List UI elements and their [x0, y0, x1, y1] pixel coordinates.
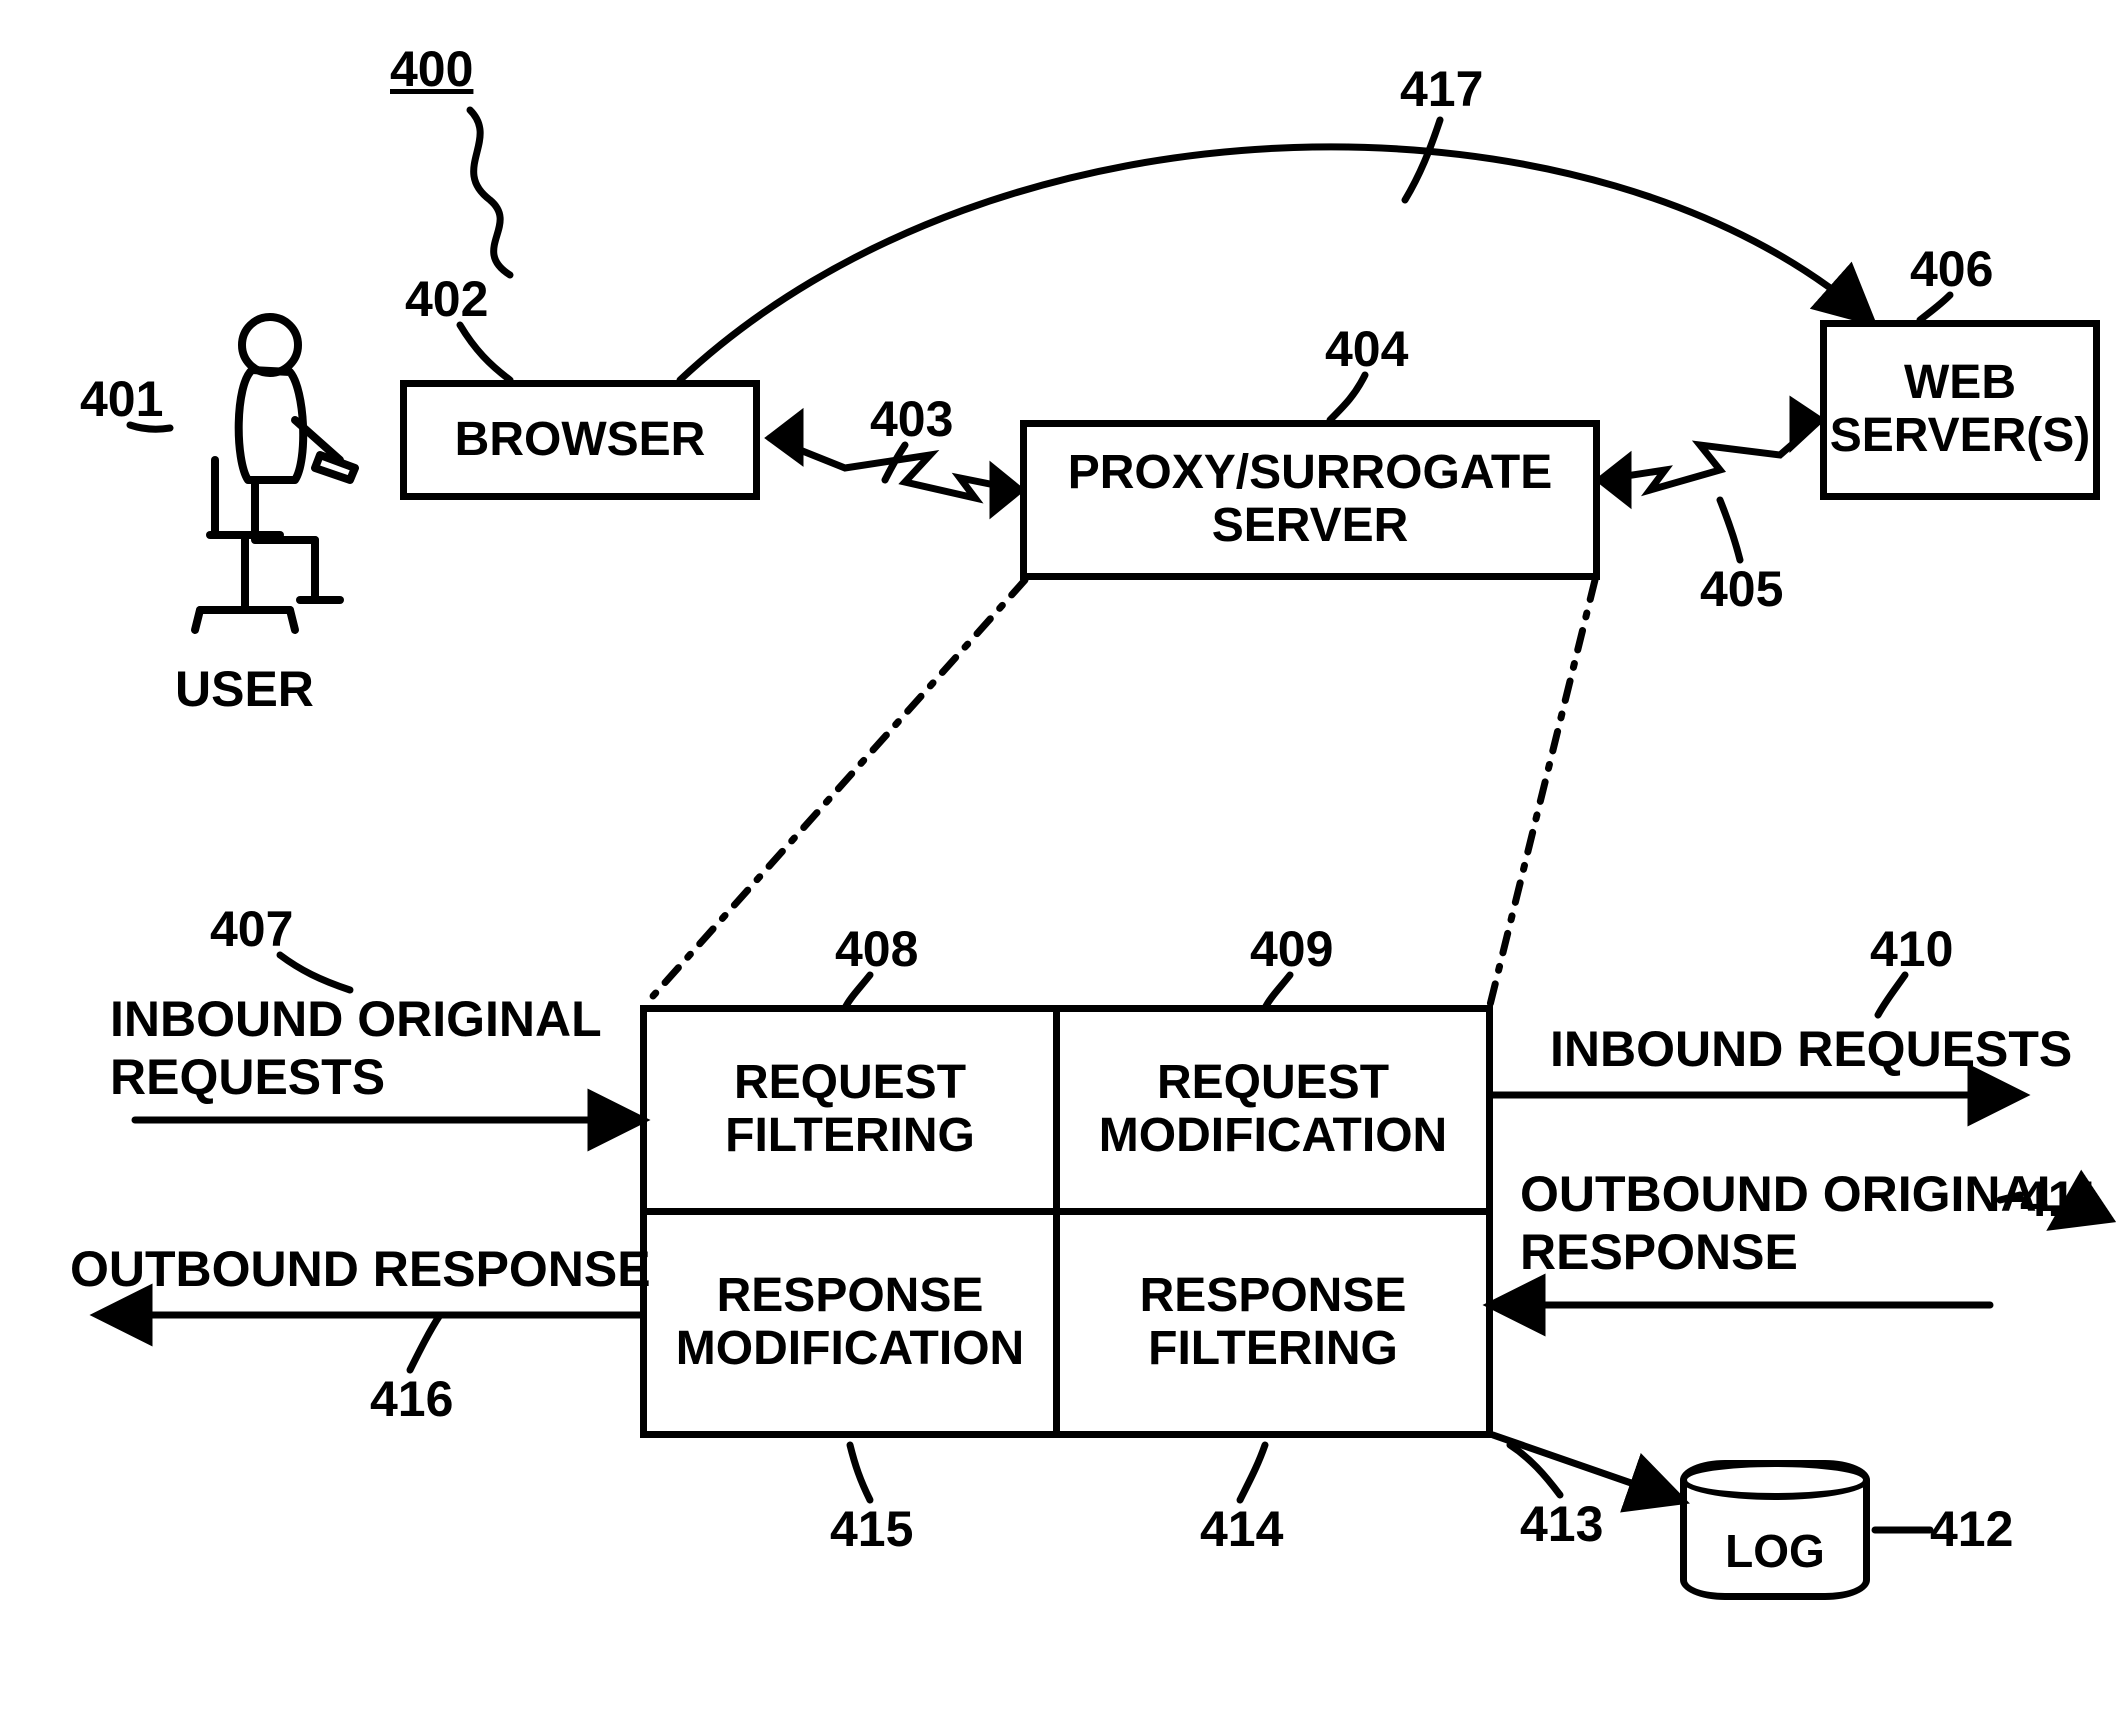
request-filtering-box: REQUEST FILTERING [640, 1005, 1060, 1215]
outbound-original-label: OUTBOUND ORIGINAL RESPONSE [1520, 1165, 2067, 1281]
response-modification-label: RESPONSE MODIFICATION [657, 1270, 1043, 1376]
ref-416: 416 [370, 1370, 453, 1428]
ref-409: 409 [1250, 920, 1333, 978]
figure-ref-400: 400 [390, 40, 473, 98]
proxy-box: PROXY/SURROGATE SERVER [1020, 420, 1600, 580]
inbound-original-label: INBOUND ORIGINAL REQUESTS [110, 990, 602, 1106]
ref-412: 412 [1930, 1500, 2013, 1558]
ref-401: 401 [80, 370, 163, 428]
inbound-requests-label: INBOUND REQUESTS [1550, 1020, 2072, 1078]
request-modification-box: REQUEST MODIFICATION [1053, 1005, 1493, 1215]
user-label: USER [175, 660, 314, 718]
ref-414: 414 [1200, 1500, 1283, 1558]
ref-410: 410 [1870, 920, 1953, 978]
ref-405: 405 [1700, 560, 1783, 618]
request-filtering-label: REQUEST FILTERING [657, 1057, 1043, 1163]
ref-411: 411 [2020, 1170, 2101, 1228]
log-cylinder: LOG [1680, 1460, 1870, 1600]
connector-overlay [0, 0, 2120, 1715]
log-label: LOG [1687, 1524, 1863, 1578]
ref-413: 413 [1520, 1495, 1603, 1553]
ref-407: 407 [210, 900, 293, 958]
browser-label: BROWSER [455, 414, 706, 467]
ref-417: 417 [1400, 60, 1483, 118]
user-icon [140, 310, 360, 640]
response-modification-box: RESPONSE MODIFICATION [640, 1208, 1060, 1438]
outbound-response-label: OUTBOUND RESPONSE [70, 1240, 651, 1298]
ref-404: 404 [1325, 320, 1408, 378]
proxy-label: PROXY/SURROGATE SERVER [1037, 447, 1583, 553]
web-label: WEB SERVER(S) [1830, 357, 2091, 463]
ref-415: 415 [830, 1500, 913, 1558]
ref-402: 402 [405, 270, 488, 328]
diagram-stage: 400 [0, 0, 2120, 1715]
request-modification-label: REQUEST MODIFICATION [1070, 1057, 1476, 1163]
response-filtering-label: RESPONSE FILTERING [1070, 1270, 1476, 1376]
ref-403: 403 [870, 390, 953, 448]
ref-406: 406 [1910, 240, 1993, 298]
ref-408: 408 [835, 920, 918, 978]
response-filtering-box: RESPONSE FILTERING [1053, 1208, 1493, 1438]
browser-box: BROWSER [400, 380, 760, 500]
web-box: WEB SERVER(S) [1820, 320, 2100, 500]
